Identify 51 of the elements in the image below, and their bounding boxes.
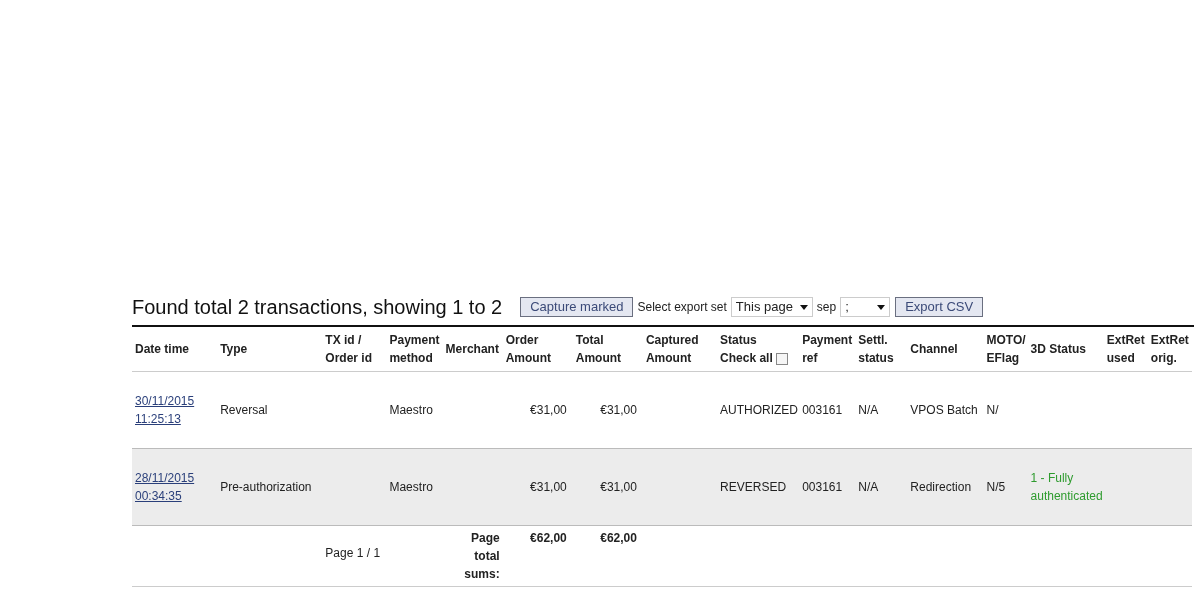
channel-text: Redirection xyxy=(910,480,972,494)
column-header: ExtRet orig. xyxy=(1150,333,1189,365)
column-header: Settl. status xyxy=(858,333,894,365)
column-header: Total Amount xyxy=(575,333,622,365)
export-set-dropdown[interactable]: This page xyxy=(730,297,813,317)
column-header: Payment ref xyxy=(802,333,853,365)
order-amount: €31,00 xyxy=(530,480,567,494)
column-header: Order Amount xyxy=(505,333,551,365)
settlement-status: N/A xyxy=(858,403,879,417)
capture-marked-button[interactable]: Capture marked xyxy=(520,297,634,317)
column-header: Status xyxy=(720,332,758,349)
caret-icon xyxy=(877,304,886,310)
column-header: 3D Status xyxy=(1030,342,1086,356)
column-header: Channel xyxy=(910,342,958,356)
settlement-status: N/A xyxy=(858,480,879,494)
order-amount: €31,00 xyxy=(530,403,567,417)
column-header: ExtRet used xyxy=(1106,333,1145,365)
separator-label: sep xyxy=(816,299,837,316)
order-sum: €62,00 xyxy=(530,531,567,545)
moto-eflag: N/ xyxy=(986,403,999,417)
channel-text: VPOS Batch xyxy=(910,403,978,417)
moto-eflag: N/5 xyxy=(986,480,1006,494)
column-header: Merchant xyxy=(445,342,499,356)
payment-ref: 003161 xyxy=(802,480,843,494)
column-header: Type xyxy=(220,342,248,356)
column-header: Captured Amount xyxy=(645,333,699,365)
page-indicator: Page 1 / 1 xyxy=(325,546,381,560)
column-header: TX id / Order id xyxy=(325,333,373,365)
caret-icon xyxy=(799,304,808,310)
total-sum: €62,00 xyxy=(600,531,637,545)
page-title: Found total 2 transactions, showing 1 to 2 xyxy=(132,295,503,320)
column-header: MOTO/ EFlag xyxy=(986,333,1026,365)
total-amount: €31,00 xyxy=(600,403,637,417)
status-text: REVERSED xyxy=(720,480,787,494)
status-text: AUTHORIZED xyxy=(720,403,799,417)
payment-method: Maestro xyxy=(389,403,433,417)
total-amount: €31,00 xyxy=(600,480,637,494)
transaction-type: Pre-authorization xyxy=(220,480,312,494)
transaction-type: Reversal xyxy=(220,403,268,417)
column-header: Date time xyxy=(135,342,190,356)
column-header: Payment method xyxy=(389,333,440,365)
date-time-link[interactable]: 30/11/2015 11:25:13 xyxy=(135,392,215,428)
separator-dropdown[interactable]: ; xyxy=(840,297,891,317)
export-set-label: Select export set xyxy=(637,299,727,316)
payment-ref: 003161 xyxy=(802,403,843,417)
export-csv-button[interactable]: Export CSV xyxy=(895,297,984,317)
check-all-label: Check all xyxy=(720,351,773,365)
payment-method: Maestro xyxy=(389,480,433,494)
check-all-checkbox[interactable] xyxy=(775,352,788,365)
three-d-status: 1 - Fully authenticated xyxy=(1030,471,1103,503)
sums-label: Page total sums: xyxy=(464,531,500,581)
